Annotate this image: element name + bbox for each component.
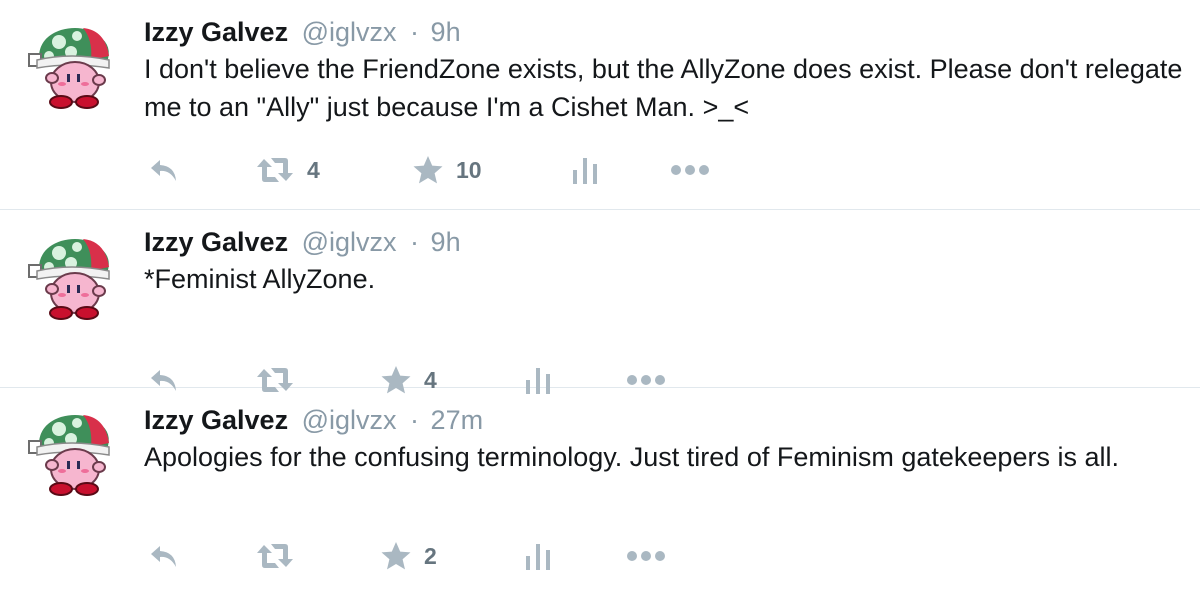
tweet[interactable]: Izzy Galvez @iglvzx · 9h *Feminist AllyZ… [0, 210, 1200, 388]
tweet-text: I don't believe the FriendZone exists, b… [144, 54, 1183, 122]
like-button[interactable]: 2 [380, 536, 437, 576]
tweet-header: Izzy Galvez @iglvzx · 27m [144, 402, 1180, 438]
username[interactable]: @iglvzx [302, 227, 397, 257]
username[interactable]: @iglvzx [302, 405, 397, 435]
tweet-text: Apologies for the confusing terminology.… [144, 442, 1119, 472]
retweet-count: 4 [307, 156, 320, 183]
timeline: Izzy Galvez @iglvzx · 9h I don't believe… [0, 0, 1200, 596]
tweet-content: Izzy Galvez @iglvzx · 9h *Feminist AllyZ… [144, 224, 1180, 298]
kirby-mushroom-hat-avatar-icon [21, 16, 123, 118]
username[interactable]: @iglvzx [302, 17, 397, 47]
more-icon [626, 550, 666, 562]
tweet[interactable]: Izzy Galvez @iglvzx · 27m Apologies for … [0, 388, 1200, 596]
more-button[interactable] [626, 536, 666, 576]
star-icon [380, 540, 412, 572]
reply-icon [148, 540, 180, 572]
tweet-actions: 2 [144, 536, 1144, 576]
like-count: 2 [424, 542, 437, 569]
timestamp[interactable]: 9h [431, 227, 461, 257]
reply-button[interactable] [148, 150, 180, 190]
reply-icon [148, 154, 180, 186]
fullname[interactable]: Izzy Galvez [144, 17, 288, 47]
more-button[interactable] [670, 150, 710, 190]
analytics-button[interactable] [524, 536, 552, 576]
timestamp[interactable]: 27m [431, 405, 484, 435]
kirby-mushroom-hat-avatar-icon [21, 403, 123, 505]
analytics-icon [571, 154, 599, 186]
avatar[interactable] [21, 403, 123, 505]
tweet[interactable]: Izzy Galvez @iglvzx · 9h I don't believe… [0, 0, 1200, 210]
tweet-header: Izzy Galvez @iglvzx · 9h [144, 14, 1180, 50]
like-button[interactable]: 10 [412, 150, 482, 190]
more-icon [626, 374, 666, 386]
like-count: 10 [456, 156, 482, 183]
retweet-icon [255, 540, 295, 572]
more-icon [670, 164, 710, 176]
tweet-actions: 4 10 [144, 150, 1144, 190]
analytics-icon [524, 540, 552, 572]
fullname[interactable]: Izzy Galvez [144, 227, 288, 257]
avatar[interactable] [21, 16, 123, 118]
reply-button[interactable] [148, 536, 180, 576]
avatar[interactable] [21, 227, 123, 329]
separator: · [410, 17, 420, 47]
star-icon [412, 154, 444, 186]
retweet-button[interactable]: 4 [255, 150, 320, 190]
timestamp[interactable]: 9h [431, 17, 461, 47]
retweet-icon [255, 154, 295, 186]
separator: · [410, 227, 420, 257]
kirby-mushroom-hat-avatar-icon [21, 227, 123, 329]
fullname[interactable]: Izzy Galvez [144, 405, 288, 435]
tweet-content: Izzy Galvez @iglvzx · 27m Apologies for … [144, 402, 1180, 476]
tweet-text: *Feminist AllyZone. [144, 264, 376, 294]
separator: · [410, 405, 420, 435]
analytics-button[interactable] [571, 150, 599, 190]
tweet-content: Izzy Galvez @iglvzx · 9h I don't believe… [144, 14, 1182, 126]
retweet-button[interactable] [255, 536, 295, 576]
tweet-header: Izzy Galvez @iglvzx · 9h [144, 224, 1180, 260]
